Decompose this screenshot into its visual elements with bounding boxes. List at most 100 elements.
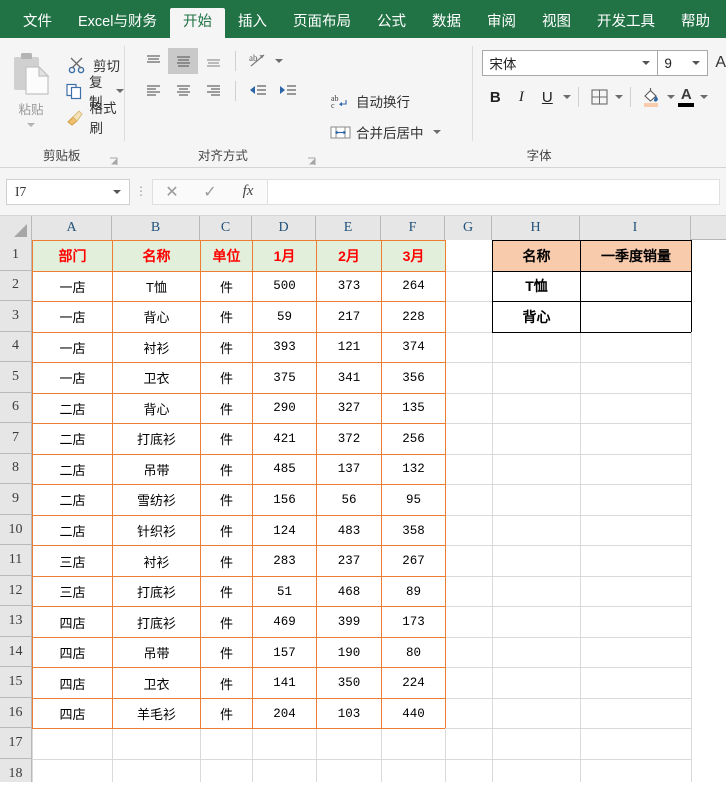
table1-cell[interactable]: 350 [317,668,381,698]
table2-cell[interactable]: 背心 [493,302,580,332]
table1-cell[interactable]: 一店 [33,333,112,363]
table1-cell[interactable]: 132 [382,455,445,485]
table1-cell[interactable]: 135 [382,394,445,424]
table1-cell[interactable]: 件 [201,302,252,332]
table1-header-cell[interactable]: 名称 [113,241,200,271]
table1-cell[interactable]: 件 [201,394,252,424]
table1-cell[interactable]: 衬衫 [113,333,200,363]
table1-cell[interactable]: 件 [201,424,252,454]
table1-cell[interactable]: 173 [382,607,445,637]
table1-cell[interactable]: 373 [317,272,381,302]
column-header-H[interactable]: H [492,216,580,240]
table1-cell[interactable]: 372 [317,424,381,454]
table1-cell[interactable]: 327 [317,394,381,424]
font-color-caret-icon[interactable] [700,95,709,99]
table1-cell[interactable]: 283 [253,546,316,576]
table1-cell[interactable]: 483 [317,516,381,546]
name-box[interactable]: I7 [6,178,130,205]
row-header-4[interactable]: 4 [0,331,32,363]
font-size-combobox[interactable]: 9 [658,50,709,76]
table1-cell[interactable]: 件 [201,699,252,729]
table1-cell[interactable]: 吊带 [113,455,200,485]
table1-cell[interactable]: 56 [317,485,381,515]
table1-cell[interactable]: 224 [382,668,445,698]
name-box-caret-icon[interactable] [113,189,121,194]
row-header-6[interactable]: 6 [0,392,32,424]
format-painter-button[interactable]: 格式刷 [62,101,124,136]
table1-cell[interactable]: 440 [382,699,445,729]
table1-cell[interactable]: 衬衫 [113,546,200,576]
align-center-button[interactable] [168,78,198,104]
ribbon-tab-8[interactable]: 视图 [529,8,584,39]
table1-cell[interactable]: 件 [201,455,252,485]
table1-cell[interactable]: 137 [317,455,381,485]
ribbon-tab-10[interactable]: 帮助 [668,8,723,39]
table2-cell[interactable]: T恤 [493,272,580,302]
clipboard-dialog-launcher-icon[interactable] [109,153,118,165]
decrease-indent-button[interactable] [243,78,273,104]
table1-cell[interactable]: 吊带 [113,638,200,668]
table1-cell[interactable]: 二店 [33,394,112,424]
borders-button[interactable] [586,84,612,110]
spreadsheet-grid[interactable]: ABCDEFGHI 1 2 3 4 5 6 7 8 9 10 11 12 13 14 15 16 17 18 部门… [0,216,726,782]
table1-header-cell[interactable]: 单位 [201,241,252,271]
table1-cell[interactable]: 针织衫 [113,516,200,546]
table1-header-cell[interactable]: 部门 [33,241,112,271]
table1-cell[interactable]: 89 [382,577,445,607]
table1-cell[interactable]: 件 [201,546,252,576]
table2-header-cell[interactable]: 一季度销量 [581,241,691,271]
row-header-7[interactable]: 7 [0,423,32,454]
table1-cell[interactable]: 469 [253,607,316,637]
underline-button[interactable]: U [534,84,560,110]
table1-cell[interactable]: 421 [253,424,316,454]
alignment-dialog-launcher-icon[interactable] [307,153,316,165]
column-header-G[interactable]: G [445,216,492,240]
align-top-button[interactable] [138,48,168,74]
merge-center-button[interactable]: 合并后居中 [328,116,444,148]
table1-cell[interactable]: 267 [382,546,445,576]
table2-header-cell[interactable]: 名称 [493,241,580,271]
row-header-5[interactable]: 5 [0,362,32,393]
table1-cell[interactable]: 264 [382,272,445,302]
table1-cell[interactable]: 一店 [33,302,112,332]
table1-cell[interactable]: 356 [382,363,445,393]
table1-cell[interactable]: 485 [253,455,316,485]
text-orientation-caret-icon[interactable] [275,59,284,63]
ribbon-tab-5[interactable]: 公式 [364,8,419,39]
row-header-1[interactable]: 1 [0,240,32,271]
increase-font-size-button[interactable]: A [715,54,726,72]
text-orientation-button[interactable]: ab [243,48,273,74]
table2-cell[interactable] [581,302,691,332]
font-size-caret-icon[interactable] [692,61,701,65]
column-header-C[interactable]: C [200,216,252,240]
ribbon-tab-2[interactable]: 开始 [169,7,225,38]
table1-cell[interactable]: 141 [253,668,316,698]
table1-cell[interactable]: 121 [317,333,381,363]
row-header-3[interactable]: 3 [0,301,32,332]
table1-header-cell[interactable]: 1月 [253,241,316,271]
ribbon-tab-1[interactable]: Excel与财务 [65,8,170,39]
table1-cell[interactable]: 打底衫 [113,607,200,637]
table1-header-cell[interactable]: 3月 [382,241,445,271]
italic-button[interactable]: I [508,84,534,110]
table1-cell[interactable]: 雪纺衫 [113,485,200,515]
table1-cell[interactable]: 背心 [113,394,200,424]
row-header-16[interactable]: 16 [0,697,32,729]
align-bottom-button[interactable] [198,48,228,74]
ribbon-tab-6[interactable]: 数据 [419,8,474,39]
column-header-B[interactable]: B [112,216,200,240]
ribbon-tab-4[interactable]: 页面布局 [280,8,364,39]
enter-formula-button[interactable]: ✓ [191,180,229,204]
table1-cell[interactable]: 228 [382,302,445,332]
table1-cell[interactable]: 358 [382,516,445,546]
formula-bar-grip[interactable]: ⋮ [130,185,152,197]
table1-cell[interactable]: 375 [253,363,316,393]
table1-cell[interactable]: 件 [201,485,252,515]
row-header-8[interactable]: 8 [0,453,32,485]
column-header-I[interactable]: I [580,216,691,240]
select-all-corner-button[interactable] [0,216,32,240]
font-name-caret-icon[interactable] [642,61,651,65]
table1-cell[interactable]: 256 [382,424,445,454]
table1-cell[interactable]: 四店 [33,607,112,637]
table1-cell[interactable]: 468 [317,577,381,607]
